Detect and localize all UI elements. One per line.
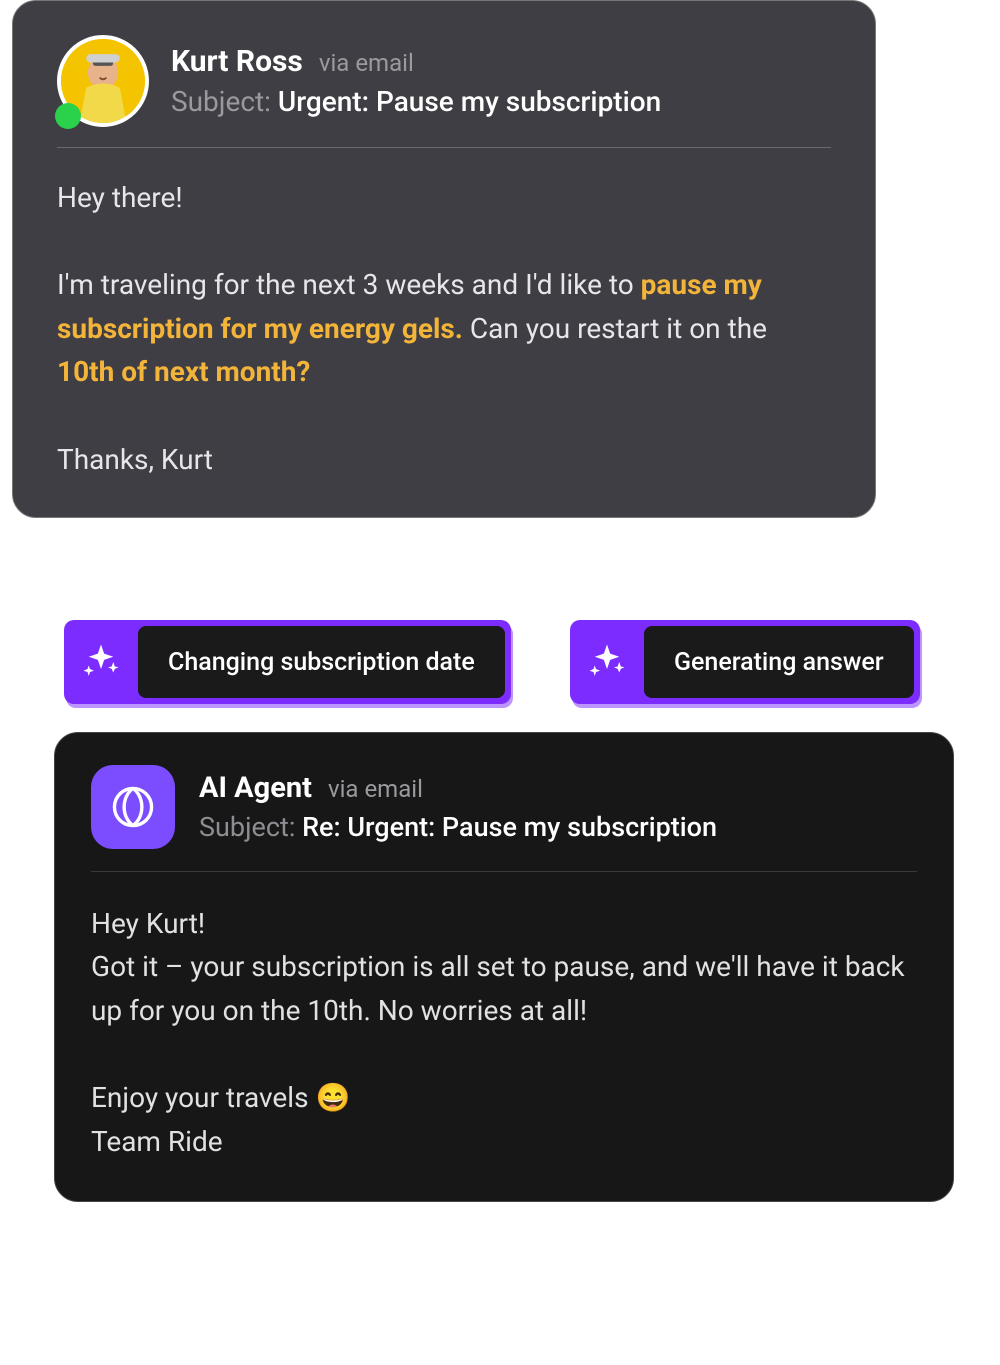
customer-email-body: Hey there! I'm traveling for the next 3 … — [57, 148, 831, 481]
avatar[interactable] — [57, 35, 149, 127]
body-main: I'm traveling for the next 3 weeks and I… — [57, 263, 831, 393]
subject-label: Subject: — [199, 811, 295, 843]
agent-email-body: Hey Kurt! Got it – your subscription is … — [91, 872, 917, 1163]
agent-name: AI Agent — [199, 771, 312, 805]
action-changing-subscription-date[interactable]: Changing subscription date — [64, 620, 511, 704]
channel-label: via email — [328, 775, 423, 803]
action-label: Changing subscription date — [168, 648, 475, 677]
customer-email-card: Kurt Ross via email Subject: Urgent: Pau… — [12, 0, 876, 518]
presence-online-icon — [55, 103, 81, 129]
agent-meta: AI Agent via email Subject: Re: Urgent: … — [199, 771, 717, 843]
agent-sign: Team Ride — [91, 1120, 917, 1163]
sender-name: Kurt Ross — [171, 44, 303, 79]
channel-label: via email — [319, 49, 414, 77]
highlight-date: 10th of next month? — [57, 355, 310, 388]
subject-label: Subject: — [171, 85, 271, 118]
agent-email-card: AI Agent via email Subject: Re: Urgent: … — [54, 732, 954, 1202]
action-label: Generating answer — [674, 648, 884, 677]
agent-email-header: AI Agent via email Subject: Re: Urgent: … — [91, 765, 917, 872]
sparkle-icon — [570, 626, 644, 698]
sparkle-icon — [64, 626, 138, 698]
customer-email-header: Kurt Ross via email Subject: Urgent: Pau… — [57, 35, 831, 148]
body-greeting: Hey there! — [57, 176, 831, 219]
agent-main: Got it – your subscription is all set to… — [91, 945, 917, 1032]
agent-subject-line: Subject: Re: Urgent: Pause my subscripti… — [199, 811, 717, 843]
customer-meta: Kurt Ross via email Subject: Urgent: Pau… — [171, 44, 661, 118]
agent-greeting: Hey Kurt! — [91, 902, 917, 945]
subject-text: Re: Urgent: Pause my subscription — [302, 811, 717, 843]
action-generating-answer[interactable]: Generating answer — [570, 620, 920, 704]
subject-line: Subject: Urgent: Pause my subscription — [171, 85, 661, 118]
agent-enjoy: Enjoy your travels 😄 — [91, 1076, 917, 1119]
ai-agent-icon — [91, 765, 175, 849]
body-signoff: Thanks, Kurt — [57, 438, 831, 481]
subject-text: Urgent: Pause my subscription — [278, 85, 661, 118]
